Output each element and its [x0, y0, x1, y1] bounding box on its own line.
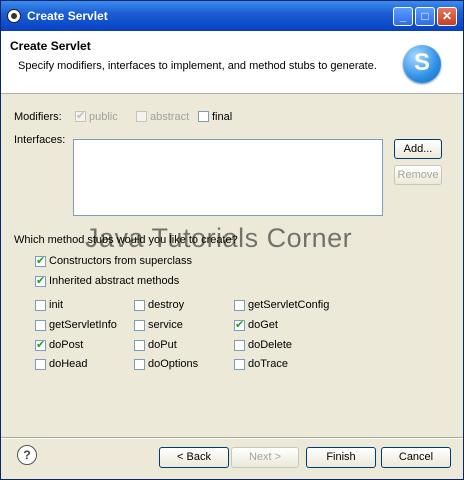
dooptions-checkbox[interactable] [134, 359, 145, 370]
init-checkbox[interactable] [35, 300, 46, 311]
getservletinfo-label: getServletInfo [49, 319, 117, 331]
watermark-text: Java Tutorials Corner [85, 223, 353, 253]
dohead-label: doHead [49, 358, 88, 370]
check-icon: ✔ [36, 339, 46, 351]
service-checkbox[interactable] [134, 320, 145, 331]
back-button[interactable]: < Back [159, 447, 229, 468]
dodelete-checkbox[interactable] [234, 340, 245, 351]
banner-heading: Create Servlet [10, 39, 91, 53]
getservletinfo-checkbox[interactable] [35, 320, 46, 331]
init-label: init [49, 299, 64, 311]
dooptions-label: doOptions [148, 358, 199, 370]
public-label: public [89, 111, 118, 123]
doput-label: doPut [148, 339, 177, 351]
maximize-button[interactable]: □ [415, 7, 435, 26]
interfaces-label: Interfaces: [14, 134, 66, 146]
help-icon[interactable]: ? [17, 445, 37, 465]
inherited-label: Inherited abstract methods [49, 275, 180, 287]
add-interface-button[interactable]: Add... [394, 139, 442, 159]
remove-interface-button[interactable]: Remove [394, 165, 442, 185]
interfaces-list[interactable] [73, 139, 383, 216]
public-checkbox[interactable]: ✔ [75, 110, 86, 122]
finish-button[interactable]: Finish [306, 447, 376, 468]
service-label: service [148, 319, 183, 331]
close-button[interactable]: ✕ [437, 7, 457, 26]
next-button[interactable]: Next > [231, 447, 299, 468]
create-servlet-dialog: Create Servlet _ □ ✕ Create Servlet Spec… [0, 0, 464, 480]
abstract-checkbox[interactable] [136, 111, 147, 122]
check-icon: ✔ [76, 110, 86, 122]
doput-checkbox[interactable] [134, 340, 145, 351]
check-icon: ✔ [235, 319, 245, 331]
dopost-checkbox[interactable]: ✔ [35, 339, 46, 351]
footer-separator [1, 437, 463, 439]
modifiers-label: Modifiers: [14, 111, 62, 123]
getservletconfig-checkbox[interactable] [234, 300, 245, 311]
dotrace-label: doTrace [248, 358, 288, 370]
minimize-button[interactable]: _ [393, 7, 413, 26]
dotrace-checkbox[interactable] [234, 359, 245, 370]
check-icon: ✔ [36, 275, 46, 287]
banner-description: Specify modifiers, interfaces to impleme… [18, 60, 377, 72]
constructors-label: Constructors from superclass [49, 255, 193, 267]
destroy-label: destroy [148, 299, 185, 311]
cancel-button[interactable]: Cancel [381, 447, 451, 468]
title-bar[interactable]: Create Servlet _ □ ✕ [1, 1, 463, 31]
dopost-label: doPost [49, 339, 84, 351]
destroy-checkbox[interactable] [134, 300, 145, 311]
final-label: final [212, 111, 233, 123]
doget-label: doGet [248, 319, 278, 331]
final-checkbox[interactable] [198, 111, 209, 122]
window-title: Create Servlet [27, 9, 108, 23]
eclipse-icon [7, 9, 21, 23]
getservletconfig-label: getServletConfig [248, 299, 330, 311]
check-icon: ✔ [36, 255, 46, 267]
wizard-banner: Create Servlet Specify modifiers, interf… [1, 31, 463, 94]
doget-checkbox[interactable]: ✔ [234, 319, 245, 331]
constructors-checkbox[interactable]: ✔ [35, 255, 46, 267]
servlet-logo-icon: S [403, 45, 441, 83]
inherited-checkbox[interactable]: ✔ [35, 275, 46, 287]
dodelete-label: doDelete [248, 339, 293, 351]
abstract-label: abstract [150, 111, 190, 123]
dohead-checkbox[interactable] [35, 359, 46, 370]
